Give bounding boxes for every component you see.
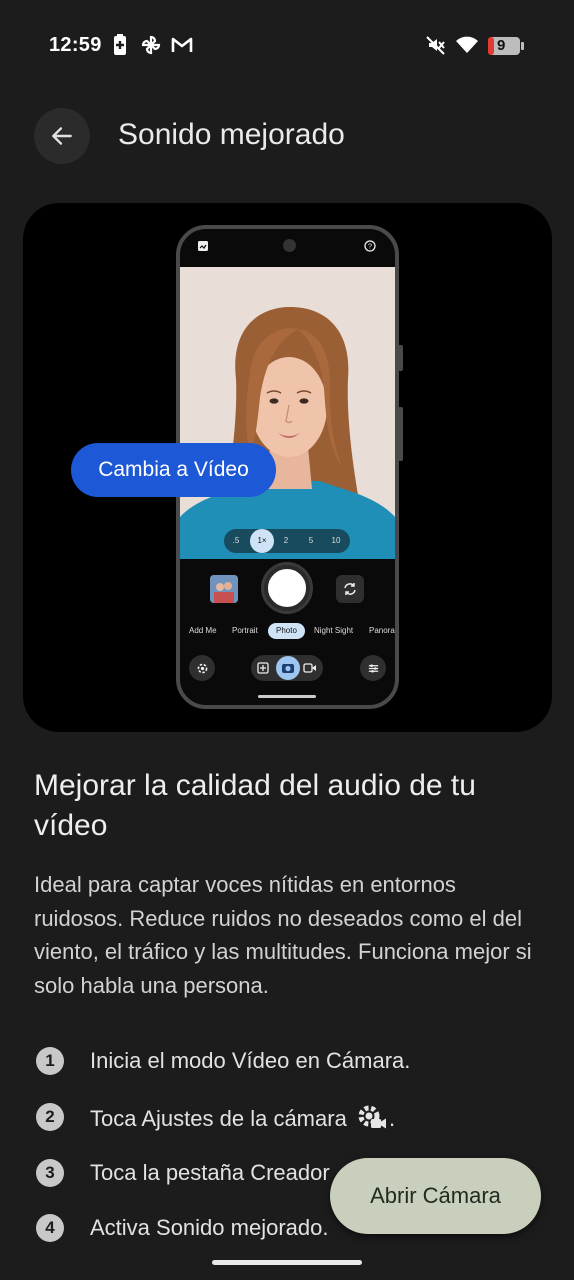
portrait-photo [180,267,395,559]
gallery-mini-icon [198,241,208,251]
front-camera [283,239,296,252]
step-text: Activa Sonido mejorado. [90,1215,329,1240]
video-mode-icon [303,663,316,673]
capture-type-switch [251,655,323,681]
camera-bottom-controls [180,655,395,681]
battery-saver-icon [114,34,126,55]
svg-text:?: ? [368,242,372,251]
step-text: Inicia el modo Vídeo en Cámara. [90,1048,411,1073]
open-camera-button[interactable]: Abrir Cámara [330,1158,541,1234]
adjustments-icon [360,655,386,681]
shutter-button [264,565,310,611]
camera-settings-icon [358,1105,386,1129]
back-button[interactable] [34,108,90,164]
back-arrow-icon [52,127,72,145]
switch-to-video-bubble: Cambia a Vídeo [71,443,276,497]
gmail-icon [171,37,193,52]
zoom-option-selected: 1× [250,529,274,553]
mode-portrait: Portrait [232,626,258,635]
battery-level: 9 [497,37,506,54]
step-text-suffix: . [388,1106,396,1131]
zoom-option: 5 [308,536,314,545]
section-heading: Mejorar la calidad del audio de tu vídeo [34,769,476,842]
step-number: 3 [36,1159,64,1187]
zoom-option: 10 [331,536,341,545]
mode-photo-selected: Photo [268,623,305,639]
mode-panorama: Panora [369,626,395,635]
battery-icon: 9 [487,36,525,56]
status-bar: 12:59 9 [0,0,574,92]
add-image-icon [257,662,269,674]
wifi-icon [456,36,478,53]
mode-night-sight: Night Sight [314,626,354,635]
step-item: 1 Inicia el modo Vídeo en Cámara. [36,1047,556,1077]
step-number: 1 [36,1047,64,1075]
zoom-option: .5 [232,536,240,545]
step-item: 2 Toca Ajustes de la cámara . [36,1103,556,1133]
camera-viewfinder: .5 1× 2 5 10 [180,267,395,559]
page-title: Sonido mejorado [118,118,345,151]
hero-illustration: ? .5 1× 2 5 10 Add Me Portrait Photo Nig… [23,203,552,732]
phone-home-indicator [258,695,316,698]
mute-icon [426,36,445,55]
step-text-wrapper: Toca Ajustes de la cámara . [90,1104,395,1132]
section-description: Ideal para captar voces nítidas en entor… [34,872,532,998]
mode-add-me: Add Me [189,626,217,635]
pinwheel-icon [141,35,161,55]
camera-settings-icon [189,655,215,681]
status-time: 12:59 [49,34,102,56]
step-text: Toca la pestaña Creador [90,1160,330,1185]
help-icon: ? [364,240,376,252]
zoom-option: 2 [283,536,289,545]
gesture-nav-handle[interactable] [212,1260,362,1265]
step-number: 2 [36,1103,64,1131]
step-text: Toca Ajustes de la cámara [90,1106,347,1131]
photo-mode-icon [276,656,300,680]
gallery-thumbnail [210,575,238,603]
flip-camera-icon [336,575,364,603]
step-number: 4 [36,1214,64,1242]
camera-modes: Add Me Portrait Photo Night Sight Panora [180,623,395,639]
shutter-row [180,565,395,615]
zoom-selector: .5 1× 2 5 10 [224,529,350,553]
